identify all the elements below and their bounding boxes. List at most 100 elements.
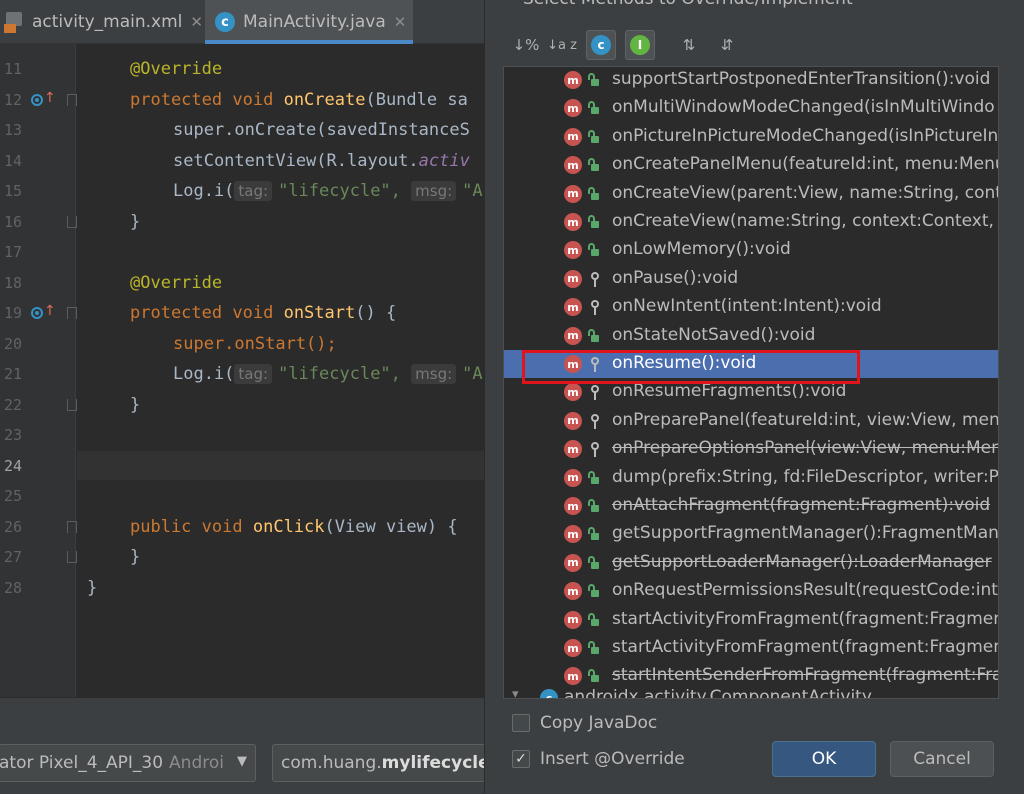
- method-signature: dump(prefix:String, fd:FileDescriptor, w…: [612, 466, 999, 487]
- insert-override-checkbox[interactable]: ✓ Insert @Override: [512, 749, 685, 769]
- method-icon: m: [564, 156, 582, 175]
- sort-by-visibility-icon[interactable]: ↓%: [511, 30, 541, 60]
- fold-open-icon[interactable]: [67, 307, 77, 319]
- method-row[interactable]: m onNewIntent(intent:Intent):void: [504, 293, 998, 321]
- public-lock-icon: [587, 71, 603, 89]
- collapse-all-icon[interactable]: ⇵: [712, 30, 742, 60]
- line-number: 21: [4, 365, 23, 383]
- fold-close-icon[interactable]: [67, 399, 77, 411]
- method-signature: supportStartPostponedEnterTransition():v…: [612, 69, 991, 89]
- parameter-hint: tag:: [234, 364, 273, 384]
- public-lock-icon: [587, 611, 603, 629]
- method-row[interactable]: m onCreatePanelMenu(featureId:int, menu:M…: [504, 151, 998, 179]
- line-number: 14: [4, 152, 23, 170]
- code-line: @Override: [130, 59, 223, 79]
- method-signature: startActivityFromFragment(fragment:Fragm…: [612, 637, 999, 657]
- method-icon: m: [564, 667, 582, 686]
- override-method-icon[interactable]: ↑: [31, 90, 56, 110]
- method-signature: onRequestPermissionsResult(requestCode:i…: [612, 580, 998, 601]
- fold-close-icon[interactable]: [67, 216, 77, 228]
- chevron-down-icon[interactable]: ▾: [512, 687, 519, 698]
- tab-label: MainActivity.java: [243, 12, 386, 32]
- line-number: 15: [4, 182, 23, 200]
- method-icon: m: [564, 582, 582, 601]
- check-icon[interactable]: ✓: [512, 750, 530, 768]
- method-icon: m: [564, 213, 582, 231]
- show-interfaces-toggle[interactable]: I: [625, 30, 655, 60]
- method-signature: onNewIntent(intent:Intent):void: [612, 296, 882, 317]
- expand-all-icon[interactable]: ⇅: [674, 30, 704, 60]
- method-signature: onPrepareOptionsPanel(view:View, menu:Me…: [612, 438, 999, 459]
- method-row[interactable]: m onCreateView(name:String, context:Conte…: [504, 208, 998, 236]
- device-selector[interactable]: ator Pixel_4_API_30 Androi ▼: [0, 744, 256, 782]
- public-lock-icon: [587, 327, 603, 345]
- package-name-field[interactable]: com.huang. mylifecycle: [272, 744, 486, 782]
- public-lock-icon: [587, 128, 603, 146]
- method-icon: m: [564, 127, 582, 146]
- public-lock-icon: [587, 241, 603, 259]
- public-lock-icon: [587, 667, 603, 685]
- method-row[interactable]: m startActivityFromFragment(fragment:Frag…: [504, 606, 998, 634]
- fold-close-icon[interactable]: [67, 551, 77, 563]
- fold-open-icon[interactable]: [67, 521, 77, 533]
- ok-button[interactable]: OK: [772, 741, 876, 777]
- line-number-current: 24: [4, 457, 23, 475]
- method-row[interactable]: m onCreateView(parent:View, name:String, …: [504, 180, 998, 208]
- protected-key-icon: [587, 270, 603, 288]
- sort-alphabetically-icon[interactable]: ↓a z: [547, 30, 577, 60]
- copy-javadoc-checkbox[interactable]: Copy JavaDoc: [512, 713, 657, 733]
- device-type: Androi: [169, 753, 224, 773]
- code-line: @Override: [130, 273, 223, 293]
- method-icon: m: [564, 497, 582, 515]
- show-classes-toggle[interactable]: c: [586, 30, 616, 60]
- dialog-toolbar: ↓% ↓a z c I ⇅ ⇵: [485, 26, 1024, 64]
- method-row[interactable]: m onLowMemory():void: [504, 236, 998, 264]
- checkbox-label: Copy JavaDoc: [540, 713, 658, 733]
- method-row[interactable]: m onAttachFragment(fragment:Fragment):voi…: [504, 492, 998, 520]
- checkbox-label: Insert @Override: [540, 749, 685, 769]
- method-row[interactable]: m onRequestPermissionsResult(requestCode:…: [504, 577, 998, 605]
- method-row[interactable]: m dump(prefix:String, fd:FileDescriptor, …: [504, 464, 998, 492]
- close-icon[interactable]: ✕: [190, 13, 203, 31]
- code-line: Log.i(tag: "lifecycle", msg: "A: [173, 181, 483, 201]
- fold-open-icon[interactable]: [67, 94, 77, 106]
- method-icon: m: [564, 326, 582, 345]
- public-lock-icon: [587, 156, 603, 174]
- code-editor[interactable]: 11 12 13 14 15 16 17 18 19 20 21 22 23 2…: [0, 44, 484, 697]
- method-row[interactable]: m onPrepareOptionsPanel(view:View, menu:M…: [504, 435, 998, 463]
- superclass-group-row[interactable]: ▾ c androidx.activity.ComponentActivity: [504, 687, 998, 698]
- method-row[interactable]: m onPreparePanel(featureId:int, view:View…: [504, 407, 998, 435]
- method-row[interactable]: m supportStartPostponedEnterTransition():…: [504, 67, 998, 94]
- line-number-gutter: 11 12 13 14 15 16 17 18 19 20 21 22 23 2…: [0, 44, 77, 697]
- code-line: public void onClick(View view) {: [130, 517, 458, 537]
- public-lock-icon: [587, 554, 603, 572]
- line-number: 16: [4, 213, 23, 231]
- public-lock-icon: [587, 99, 603, 117]
- override-method-icon[interactable]: ↑: [31, 303, 56, 323]
- public-lock-icon: [587, 639, 603, 657]
- line-number: 26: [4, 518, 23, 536]
- method-row[interactable]: m onStateNotSaved():void: [504, 322, 998, 350]
- method-icon: m: [564, 269, 582, 288]
- cancel-button[interactable]: Cancel: [890, 741, 994, 777]
- method-row[interactable]: m onPause():void: [504, 265, 998, 293]
- close-icon[interactable]: ✕: [394, 13, 407, 31]
- checkbox-box[interactable]: [512, 714, 530, 732]
- line-number: 27: [4, 548, 23, 566]
- code-line: protected void onCreate(Bundle sa: [130, 90, 468, 110]
- tab-main-activity-java[interactable]: c MainActivity.java ✕: [205, 0, 413, 44]
- method-signature: startActivityFromFragment(fragment:Fragm…: [612, 608, 999, 629]
- method-row[interactable]: m onMultiWindowModeChanged(isInMultiWindo: [504, 94, 998, 122]
- method-signature: onStateNotSaved():void: [612, 324, 816, 345]
- public-lock-icon: [587, 497, 603, 515]
- interface-icon: I: [630, 35, 650, 55]
- method-row[interactable]: m getSupportLoaderManager():LoaderManager: [504, 549, 998, 577]
- tab-activity-main-xml[interactable]: activity_main.xml ✕: [0, 0, 203, 44]
- method-row[interactable]: m onPictureInPictureModeChanged(isInPictu…: [504, 123, 998, 151]
- method-row[interactable]: m startActivityFromFragment(fragment:Frag…: [504, 634, 998, 662]
- method-row[interactable]: m getSupportFragmentManager():FragmentMan: [504, 520, 998, 548]
- protected-key-icon: [587, 298, 603, 316]
- line-number: 22: [4, 396, 23, 414]
- code-line: }: [87, 578, 98, 598]
- public-lock-icon: [587, 525, 603, 543]
